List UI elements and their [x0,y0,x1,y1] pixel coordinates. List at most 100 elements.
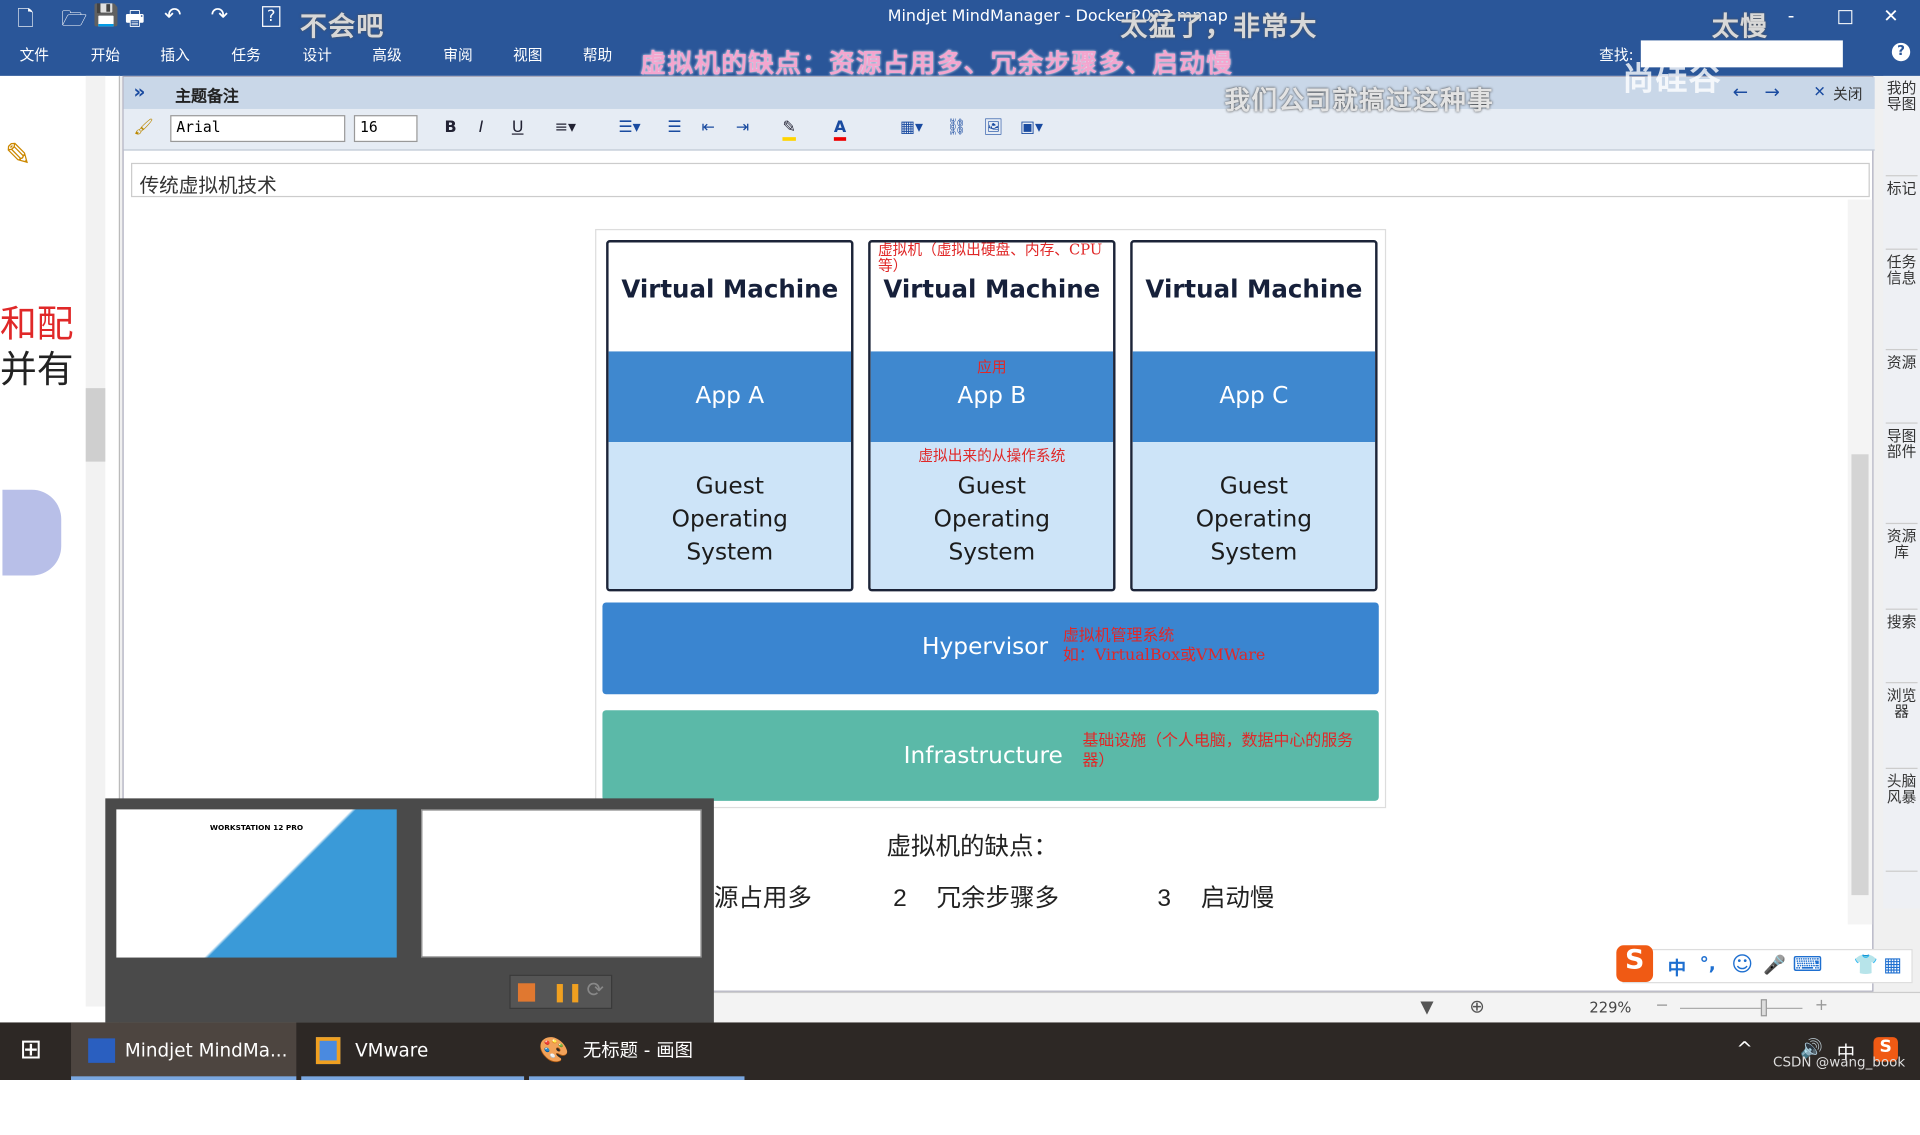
scrollbar[interactable] [85,75,106,1007]
restart-button[interactable]: ⟳ [587,978,604,1002]
guest-os-layer: Guest Operating System [1132,442,1376,589]
menu-advanced[interactable]: 高级 [372,44,401,65]
insert-field-icon[interactable]: ▣▾ [1020,119,1043,137]
pencil-icon: ✎ [4,137,32,174]
windows-start-icon[interactable]: ⊞ [20,1035,43,1066]
map-text: 并有 [0,348,74,392]
vm-console-thumbnail[interactable] [421,809,702,958]
tray-expand-icon[interactable]: ^ [1736,1037,1752,1060]
close-notes-button[interactable]: 关闭 [1833,83,1862,104]
back-button[interactable]: ← [1733,81,1748,103]
sidebar-tab-library[interactable]: 资源库 [1885,528,1918,610]
skin-icon[interactable]: 👕 [1854,953,1878,976]
zoom-slider[interactable] [1680,999,1803,1017]
menu-review[interactable]: 审阅 [443,44,472,65]
annotation-vm: 虚拟机（虚拟出硬盘、内存、CPU等） [877,241,1103,275]
ime-language[interactable]: 中 [1668,955,1686,981]
menu-help[interactable]: 帮助 [583,44,612,65]
open-icon[interactable]: 🗁 [61,4,87,40]
annotation-infrastructure: 基础设施（个人电脑，数据中心的服务器） [1082,732,1354,771]
infrastructure-label: Infrastructure [903,742,1063,769]
annotation-app: 应用 [977,358,1007,376]
ime-punctuation[interactable]: °, [1700,953,1716,975]
save-icon[interactable]: 💾 [93,4,119,28]
vmware-home-thumbnail[interactable]: WORKSTATION 12 PRO [116,809,397,958]
add-icon[interactable]: ⊕ [1469,996,1484,1018]
maximize-button[interactable]: □ [1837,5,1854,27]
keyboard-icon[interactable]: ⌨ [1793,953,1823,977]
align-icon[interactable]: ≡▾ [555,119,576,137]
sidebar-tab-search[interactable]: 搜索 [1885,614,1918,684]
sidebar-tab-markers[interactable]: 标记 [1885,181,1918,250]
csdn-watermark: CSDN @wang_book [1773,1054,1906,1071]
menu-insert[interactable]: 插入 [160,44,189,65]
sidebar-tab-resources[interactable]: 资源 [1885,354,1918,424]
menu-home[interactable]: 开始 [91,44,120,65]
bold-button[interactable]: B [444,119,456,137]
annotation-os: 虚拟出来的从操作系统 [918,446,1066,465]
vm-controls: ❚❚ ⟳ [509,974,613,1009]
sidebar-tab-task-info[interactable]: 任务信息 [1885,254,1918,351]
underline-button[interactable]: U [512,119,524,137]
new-icon[interactable]: 🗋 [17,4,34,40]
link-icon[interactable]: ⛓ [947,119,967,137]
font-select[interactable]: Arial [170,115,346,143]
indent-icon[interactable]: ⇥ [736,119,749,137]
microphone-icon[interactable]: 🎤 [1763,954,1786,976]
font-size-select[interactable]: 16 [353,115,418,143]
zoom-out-button[interactable]: − [1656,997,1669,1015]
menu-design[interactable]: 设计 [302,44,331,65]
format-painter-icon[interactable]: 🖌 [133,119,153,137]
bullet-list-icon[interactable]: ☰ [667,119,681,137]
vertical-scrollbar[interactable] [1847,199,1873,925]
sidebar-tab-map-parts[interactable]: 导图部件 [1885,428,1918,525]
undo-icon[interactable]: ↶ [164,4,181,28]
add-topic-icon[interactable] [2,489,62,576]
app-layer: App C [1132,351,1376,443]
subtitle-overlay: 太猛了，非常大 [1120,12,1318,43]
image-icon[interactable]: 🖼 [983,119,1003,137]
menu-task[interactable]: 任务 [231,44,260,65]
menu-view[interactable]: 视图 [513,44,542,65]
minimize-button[interactable]: - [1788,5,1795,27]
close-button[interactable]: ✕ [1883,5,1898,27]
help-icon[interactable]: ? [1891,42,1911,62]
emoji-icon[interactable]: ☺ [1731,953,1753,977]
close-notes-icon[interactable]: ✕ [1813,83,1825,100]
numbered-list-icon[interactable]: ☰▾ [618,119,640,137]
redo-icon[interactable]: ↷ [211,4,228,28]
table-icon[interactable]: ▦▾ [900,119,923,137]
sogou-logo-icon[interactable]: S [1616,945,1654,983]
vm-box-c: Virtual Machine App C Guest Operating Syst… [1130,240,1378,592]
help-icon[interactable]: ? [262,6,281,27]
sidebar-tab-my-maps[interactable]: 我的导图 [1885,80,1918,177]
vm-title: Virtual Machine [621,274,839,304]
subtitle-overlay: 不会吧 [300,12,385,43]
expand-button[interactable]: » [133,81,145,103]
toolbox-icon[interactable]: ▦ [1883,953,1902,976]
font-color-icon[interactable]: A [833,119,847,141]
pause-button[interactable]: ❚❚ [552,981,583,1003]
filter-icon[interactable]: ▼ [1420,998,1433,1018]
zoom-in-button[interactable]: + [1815,997,1828,1015]
italic-button[interactable]: I [479,119,484,137]
stop-button[interactable] [517,983,536,1002]
subject-field[interactable]: 传统虚拟机技术 [131,162,1870,198]
cons-item: 启动慢 [1200,882,1275,913]
infrastructure-layer: Infrastructure 基础设施（个人电脑，数据中心的服务器） [602,710,1379,801]
subtitle-overlay: 虚拟机的缺点：资源占用多、冗余步骤多、启动慢 [640,48,1234,79]
guest-os-layer: Guest Operating System [608,442,852,589]
screen: 🗋 🗁 💾 🖶 ↶ ↷ ? Mindjet MindManager - Dock… [0,0,1920,1118]
mindjet-icon [88,1038,116,1063]
cons-list: 源占用多 2 冗余步骤多 3 启动慢 [713,882,1275,913]
hypervisor-label: Hypervisor [922,633,1049,661]
watermark-logo: 尚硅谷 [1622,61,1722,98]
sidebar-tab-brainstorm[interactable]: 头脑风暴 [1885,773,1918,872]
outdent-icon[interactable]: ⇤ [702,119,715,137]
menu-file[interactable]: 文件 [20,44,49,65]
sidebar-tab-browser[interactable]: 浏览器 [1885,688,1918,769]
print-icon[interactable]: 🖶 [125,4,145,40]
vm-title: Virtual Machine [1145,274,1363,304]
highlight-icon[interactable]: ✎ [782,119,796,141]
forward-button[interactable]: → [1764,81,1779,103]
